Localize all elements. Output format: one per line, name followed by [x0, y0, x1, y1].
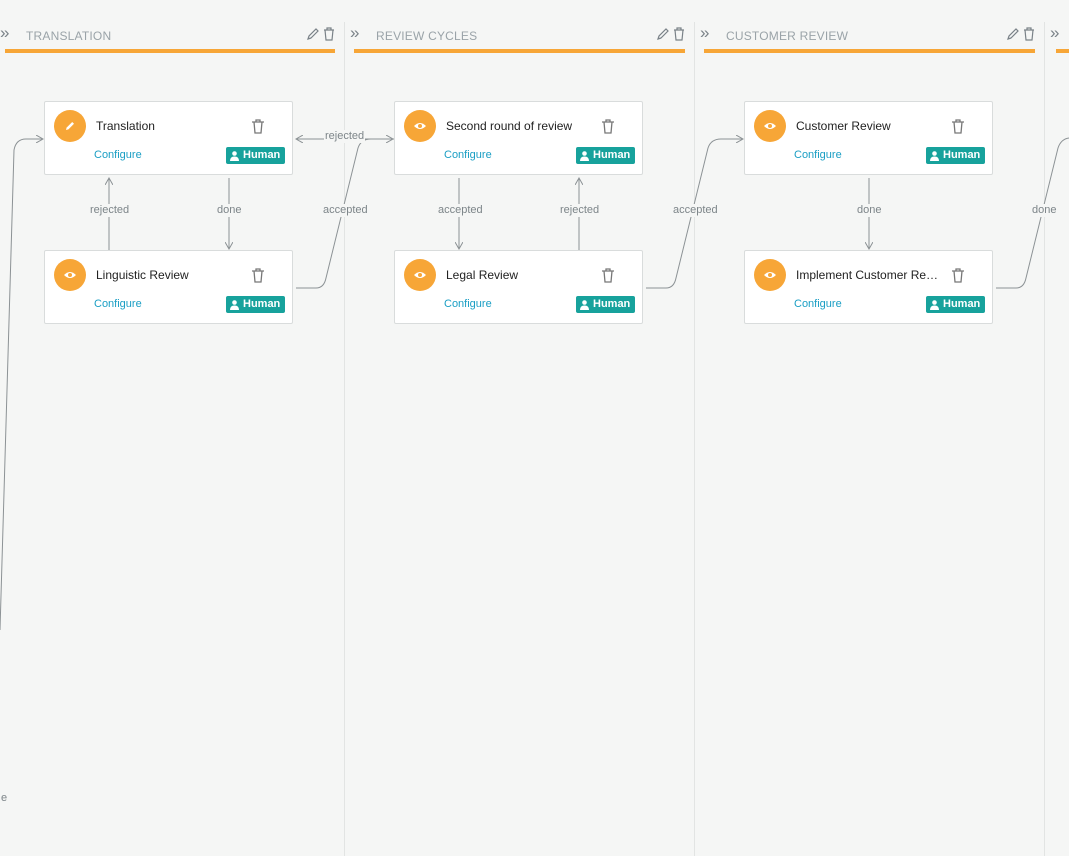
configure-link[interactable]: Configure [444, 298, 492, 310]
edge-label: rejected [324, 130, 366, 143]
role-label: Human [243, 149, 281, 161]
role-label: Human [593, 149, 631, 161]
trash-icon[interactable] [250, 118, 266, 135]
edge-label: accepted [322, 204, 369, 217]
edge-label: accepted [672, 204, 719, 217]
role-label: Human [593, 298, 631, 310]
eye-icon [754, 110, 786, 142]
configure-link[interactable]: Configure [444, 149, 492, 161]
user-icon [230, 150, 239, 161]
user-icon [580, 150, 589, 161]
user-icon [230, 299, 239, 310]
edge-label: done [1031, 204, 1058, 217]
trash-icon[interactable] [600, 267, 616, 284]
trash-icon[interactable] [600, 118, 616, 135]
role-badge[interactable]: Human [926, 147, 986, 164]
step-card-implement-customer-review[interactable]: Implement Customer Review Configure Huma… [744, 250, 993, 324]
trash-icon[interactable] [950, 267, 966, 284]
step-name: Implement Customer Review [796, 268, 943, 282]
eye-icon [404, 259, 436, 291]
role-badge[interactable]: Human [576, 296, 636, 313]
eye-icon [754, 259, 786, 291]
role-badge[interactable]: Human [226, 296, 286, 313]
role-label: Human [943, 149, 981, 161]
configure-link[interactable]: Configure [794, 149, 842, 161]
user-icon [580, 299, 589, 310]
step-card-second-round-of-review[interactable]: Second round of review Configure Human [394, 101, 643, 175]
edge-label: done [216, 204, 243, 217]
role-label: Human [243, 298, 281, 310]
edge-label: done [856, 204, 883, 217]
trash-icon[interactable] [950, 118, 966, 135]
configure-link[interactable]: Configure [794, 298, 842, 310]
role-badge[interactable]: Human [576, 147, 636, 164]
edge-incoming-translation [0, 139, 43, 631]
step-name: Second round of review [446, 119, 573, 133]
step-card-customer-review[interactable]: Customer Review Configure Human [744, 101, 993, 175]
trash-icon[interactable] [250, 267, 266, 284]
step-card-legal-review[interactable]: Legal Review Configure Human [394, 250, 643, 324]
role-label: Human [943, 298, 981, 310]
edge-label: e [0, 792, 9, 805]
edge-label: rejected [559, 204, 601, 217]
user-icon [930, 299, 939, 310]
pencil-icon [54, 110, 86, 142]
configure-link[interactable]: Configure [94, 149, 142, 161]
configure-link[interactable]: Configure [94, 298, 142, 310]
eye-icon [404, 110, 436, 142]
role-badge[interactable]: Human [226, 147, 286, 164]
eye-icon [54, 259, 86, 291]
user-icon [930, 150, 939, 161]
step-name: Linguistic Review [96, 268, 189, 282]
step-card-linguistic-review[interactable]: Linguistic Review Configure Human [44, 250, 293, 324]
step-name: Legal Review [446, 268, 519, 282]
workflow-canvas[interactable]: » TRANSLATION » REVIEW CYCLES » CUSTOMER… [0, 0, 1069, 856]
edge-label: accepted [437, 204, 484, 217]
step-name: Customer Review [796, 119, 891, 133]
role-badge[interactable]: Human [926, 296, 986, 313]
edge-label: rejected [89, 204, 131, 217]
step-card-translation[interactable]: Translation Configure Human [44, 101, 293, 175]
step-name: Translation [96, 119, 155, 133]
